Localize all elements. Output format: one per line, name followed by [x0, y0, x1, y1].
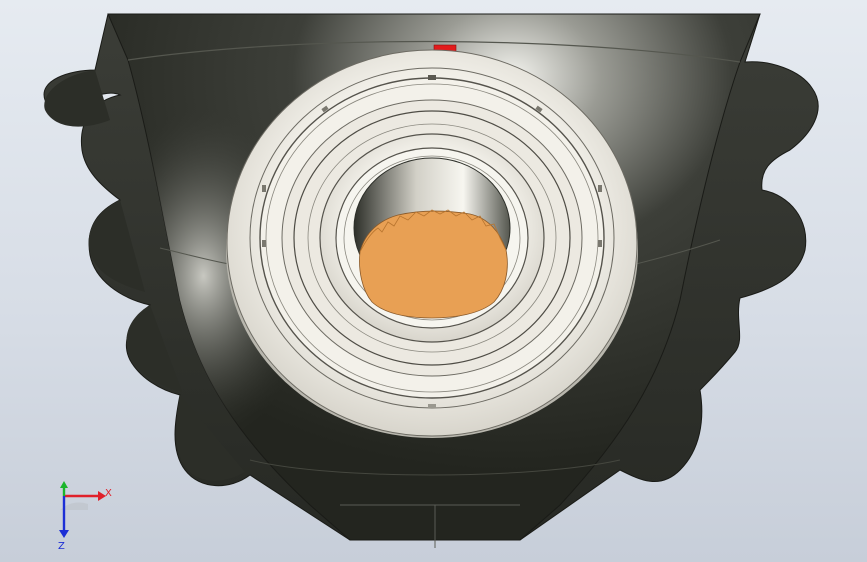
orientation-triad[interactable]: X Z: [46, 480, 116, 550]
x-axis-label: X: [105, 488, 112, 499]
z-axis-arrow: [59, 496, 69, 538]
graphics-viewport[interactable]: X Z: [0, 0, 867, 562]
x-axis-arrow: [64, 491, 106, 501]
z-axis-label: Z: [58, 541, 65, 550]
y-axis-arrow: [60, 481, 68, 496]
shaft-bore: [359, 210, 508, 319]
3d-model-view[interactable]: [0, 0, 867, 562]
